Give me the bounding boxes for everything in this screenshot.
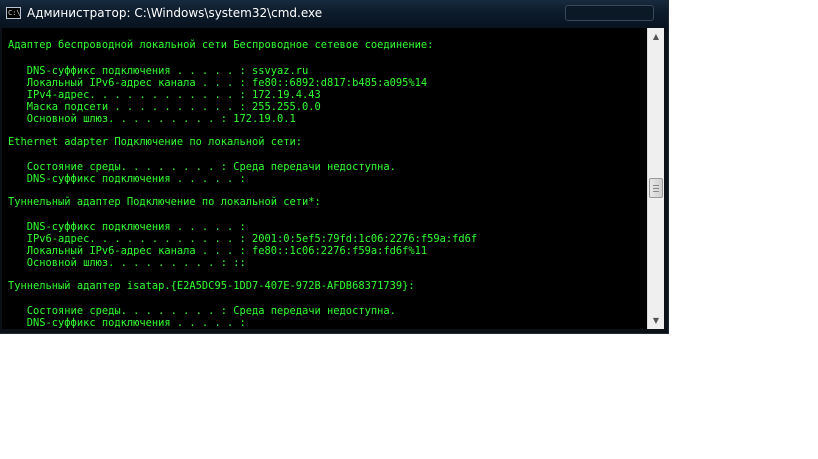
cmd-window: C:\ Администратор: C:\Windows\system32\c… bbox=[0, 0, 668, 333]
console-line: Основной шлюз. . . . . . . . . : 172.19.… bbox=[8, 113, 296, 125]
scrollbar-thumb[interactable] bbox=[649, 178, 663, 198]
console-line: Туннельный адаптер isatap.{E2A5DC95-1DD7… bbox=[8, 280, 415, 292]
console-line: DNS-суффикс подключения . . . . . : bbox=[8, 317, 246, 329]
console-line: Адаптер беспроводной локальной сети Бесп… bbox=[8, 39, 434, 51]
title-bar[interactable]: C:\ Администратор: C:\Windows\system32\c… bbox=[0, 0, 668, 28]
console-line: Основной шлюз. . . . . . . . . : :: bbox=[8, 257, 246, 269]
arrow-down-icon[interactable]: ▼ bbox=[648, 312, 664, 329]
cmd-icon-label: C:\ bbox=[8, 9, 21, 17]
arrow-up-icon[interactable]: ▲ bbox=[648, 28, 664, 45]
console-line: Ethernet adapter Подключение по локально… bbox=[8, 136, 303, 148]
console-line: DNS-суффикс подключения . . . . . : bbox=[8, 173, 246, 185]
vertical-scrollbar[interactable]: ▲ ▼ bbox=[647, 28, 664, 329]
console-line: Туннельный адаптер Подключение по локаль… bbox=[8, 196, 321, 208]
window-title: Администратор: C:\Windows\system32\cmd.e… bbox=[27, 6, 323, 20]
window-controls[interactable] bbox=[565, 5, 654, 21]
cmd-icon[interactable]: C:\ bbox=[6, 7, 21, 19]
console-output[interactable]: Адаптер беспроводной локальной сети Бесп… bbox=[2, 28, 647, 329]
